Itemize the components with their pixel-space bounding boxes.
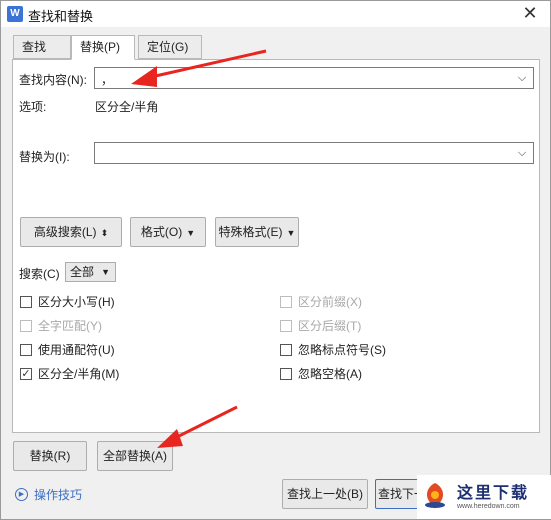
ignore-punctuation-label: 忽略标点符号(S) [298,343,386,357]
match-prefix-checkbox[interactable]: 区分前缀(X) [280,293,362,310]
whole-word-checkbox[interactable]: 全字匹配(Y) [20,317,102,334]
caret-down-icon: ▼ [286,228,296,238]
special-format-button[interactable]: 特殊格式(E) ▼ [215,217,299,247]
search-direction-select[interactable]: 全部 ▼ [65,262,116,282]
close-button[interactable]: ✕ [520,3,540,23]
checkbox-box[interactable] [20,295,32,308]
watermark-logo-icon [425,483,445,509]
replace-button[interactable]: 替换(R) [13,441,87,471]
ignore-punctuation-checkbox[interactable]: 忽略标点符号(S) [280,341,386,358]
tab-find[interactable]: 查找(D) [13,35,71,76]
match-width-label: 区分全/半角(M) [38,367,120,381]
find-replace-dialog: W 查找和替换 ✕ 查找(D) 替换(P) 定位(G) 查找内容(N): ， ⌵… [0,0,551,520]
match-case-checkbox[interactable]: 区分大小写(H) [20,293,115,310]
match-prefix-label: 区分前缀(X) [298,295,362,309]
replace-with-label: 替换为(I): [19,150,70,164]
advanced-search-button[interactable]: 高级搜索(L) ⬍ [20,217,122,247]
find-what-input[interactable]: ， ⌵ [94,67,534,89]
replace-panel: 查找内容(N): ， ⌵ 选项: 区分全/半角 替换为(I): ⌵ 高级搜索(L… [12,59,540,433]
match-suffix-checkbox[interactable]: 区分后缀(T) [280,317,361,334]
collapse-icon: ⬍ [100,228,109,238]
options-label: 选项: [19,100,47,114]
search-direction-label: 搜索(C) [19,267,60,281]
checkbox-box[interactable] [280,295,292,308]
site-watermark: 这里下载 www.heredown.com [417,475,551,519]
special-format-label: 特殊格式(E) [218,225,283,239]
checkbox-box[interactable] [280,319,292,332]
match-width-checkbox[interactable]: ✓ 区分全/半角(M) [20,365,119,382]
ignore-spaces-checkbox[interactable]: 忽略空格(A) [280,365,362,382]
search-direction-value: 全部 [70,265,95,279]
caret-down-icon: ▼ [101,267,110,277]
tab-replace[interactable]: 替换(P) [71,35,135,60]
tips-link[interactable]: ▶ 操作技巧 [15,486,82,503]
checkbox-box[interactable] [20,319,32,332]
find-what-value: ， [101,73,114,87]
checkmark-icon[interactable]: ✓ [20,367,32,380]
whole-word-label: 全字匹配(Y) [38,319,102,333]
tab-goto[interactable]: 定位(G) [138,35,202,59]
caret-down-icon: ▼ [186,228,196,238]
replace-all-button[interactable]: 全部替换(A) [97,441,173,471]
find-previous-button[interactable]: 查找上一处(B) [282,479,368,509]
title-bar: W 查找和替换 ✕ [1,1,550,27]
checkbox-box[interactable] [20,343,32,356]
watermark-url: www.heredown.com [457,503,520,510]
find-what-label: 查找内容(N): [19,73,87,87]
format-button[interactable]: 格式(O) ▼ [130,217,206,247]
tips-label: 操作技巧 [34,488,83,502]
format-label: 格式(O) [140,225,183,239]
match-suffix-label: 区分后缀(T) [298,319,362,333]
ignore-spaces-label: 忽略空格(A) [298,367,362,381]
wps-writer-icon: W [7,6,23,22]
checkbox-box[interactable] [280,343,292,356]
replace-with-input[interactable]: ⌵ [94,142,534,164]
options-value: 区分全/半角 [95,100,159,114]
advanced-search-label: 高级搜索(L) [33,225,97,239]
play-circle-icon: ▶ [15,488,28,501]
chevron-down-icon[interactable]: ⌵ [515,68,529,88]
chevron-down-icon[interactable]: ⌵ [515,143,529,163]
use-wildcards-label: 使用通配符(U) [38,343,115,357]
use-wildcards-checkbox[interactable]: 使用通配符(U) [20,341,115,358]
match-case-label: 区分大小写(H) [38,295,115,309]
window-title: 查找和替换 [28,9,94,24]
checkbox-box[interactable] [280,367,292,380]
watermark-text: 这里下载 [457,485,530,502]
